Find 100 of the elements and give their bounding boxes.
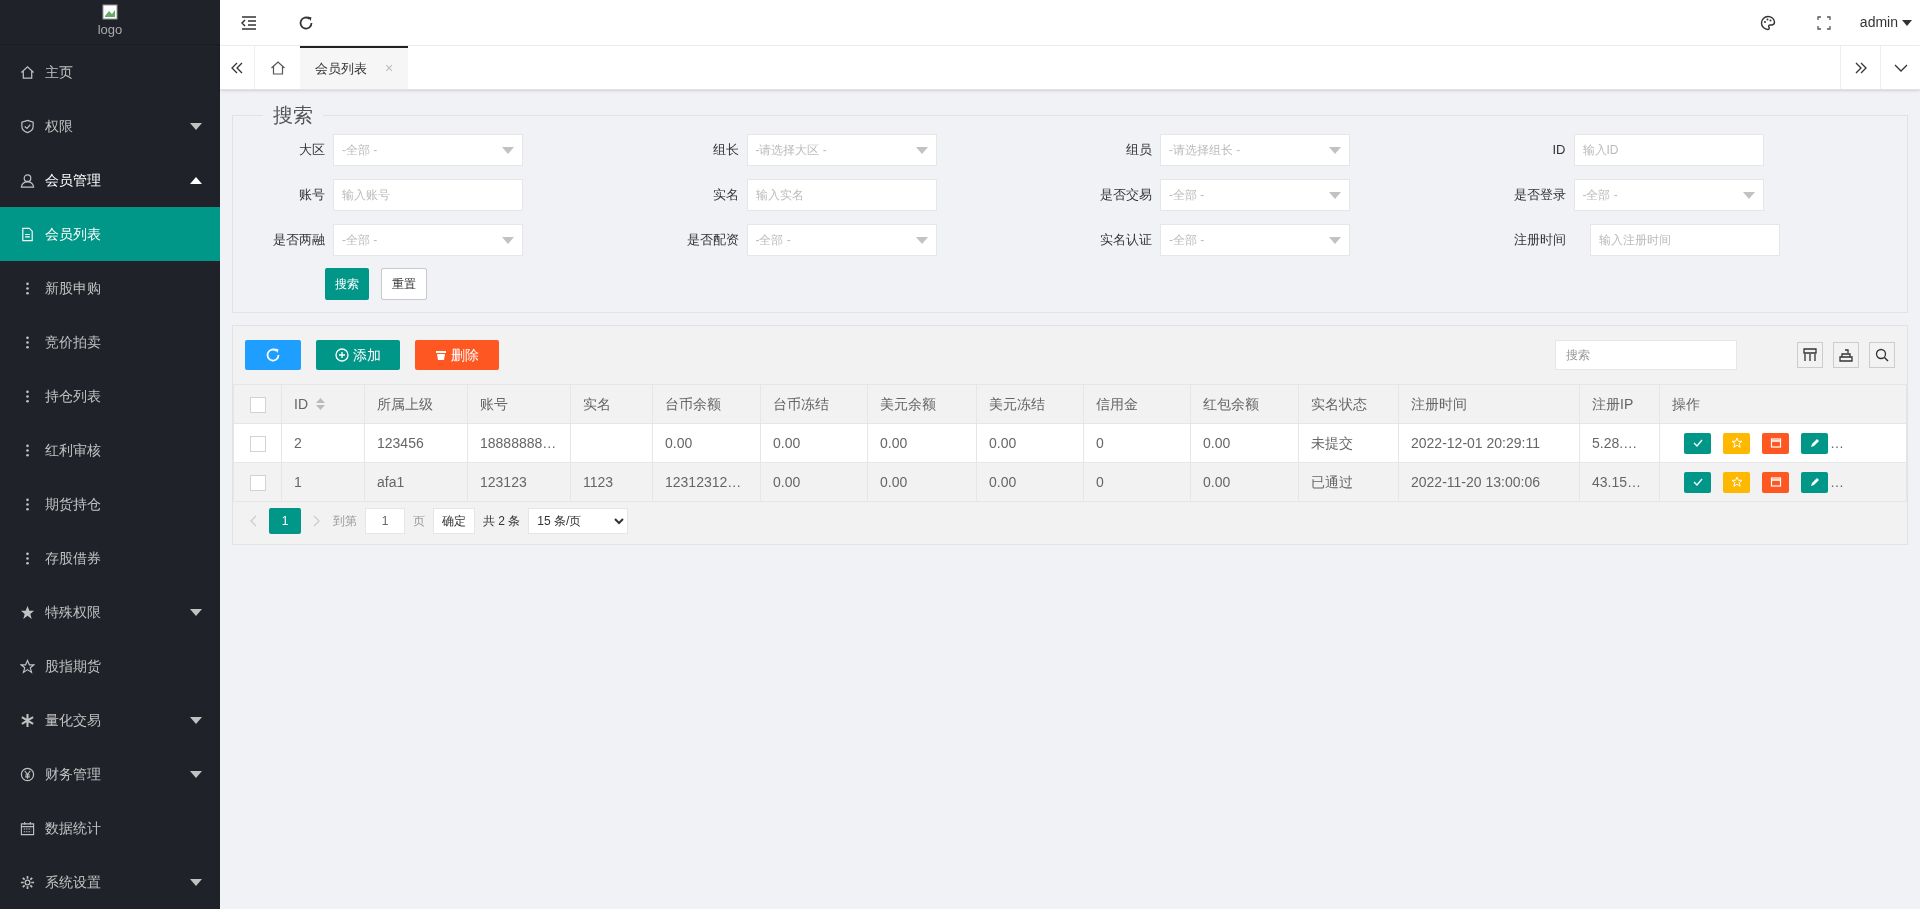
- star-icon: [20, 658, 35, 674]
- confirm-button[interactable]: 确定: [433, 508, 475, 534]
- check-icon: [1691, 476, 1704, 488]
- sidebar-item[interactable]: 权限: [0, 99, 220, 153]
- star-icon: [20, 604, 35, 620]
- favorite-button[interactable]: [1723, 432, 1750, 454]
- sidebar-item[interactable]: 特殊权限: [0, 585, 220, 639]
- refresh-table-button[interactable]: [245, 340, 301, 370]
- edit-button[interactable]: [1801, 471, 1828, 493]
- column-header: 注册IP: [1592, 394, 1634, 414]
- shield-icon: [20, 118, 35, 134]
- column-header: 注册时间: [1411, 394, 1467, 414]
- caret-down-icon: [502, 236, 514, 244]
- settings-icon: [20, 874, 35, 890]
- column-header: 红包余额: [1203, 394, 1259, 414]
- sidebar-item[interactable]: 量化交易: [0, 693, 220, 747]
- page-number-field[interactable]: 1: [365, 508, 405, 534]
- caret-down-icon: [915, 236, 928, 244]
- row-checkbox[interactable]: [249, 474, 266, 491]
- field-label: 账号: [298, 186, 325, 205]
- field-label: 是否登录: [1512, 186, 1566, 205]
- table-cell: 未提交: [1298, 423, 1399, 463]
- columns-button[interactable]: [1797, 342, 1823, 368]
- double-chevron-right-icon: [1853, 61, 1868, 74]
- print-button[interactable]: [1833, 342, 1859, 368]
- field-label: ID: [1551, 141, 1566, 160]
- input-field[interactable]: 输入实名: [746, 179, 937, 211]
- table-cell: 2: [281, 423, 365, 463]
- edit-button[interactable]: [1801, 432, 1828, 454]
- field-label: 是否两融: [272, 231, 325, 250]
- field-label: 是否交易: [1099, 186, 1152, 205]
- row-checkbox[interactable]: [249, 435, 266, 452]
- window-button[interactable]: [1762, 471, 1789, 493]
- table-cell: 0.00: [867, 462, 977, 502]
- pager-label: 到第: [333, 513, 357, 530]
- approve-button[interactable]: [1684, 471, 1711, 493]
- input-field[interactable]: 输入ID: [1573, 134, 1764, 166]
- double-chevron-left-icon: [230, 61, 244, 74]
- table-cell: 0.00: [976, 462, 1084, 502]
- column-header: 台币冻结: [773, 394, 829, 414]
- table-cell: 2022-12-01 20:29:11: [1398, 423, 1580, 463]
- sidebar-item[interactable]: 财务管理: [0, 747, 220, 801]
- column-header: 操作: [1672, 394, 1700, 414]
- table-search-field[interactable]: 搜索: [1555, 340, 1737, 370]
- refresh-icon: [297, 14, 314, 31]
- table-cell: 18888888…: [467, 423, 571, 463]
- snowflake-icon: [20, 712, 35, 728]
- caret-down-icon: [1742, 191, 1755, 199]
- table-cell: 0.00: [652, 423, 761, 463]
- sidebar-item[interactable]: 会员管理: [0, 153, 220, 207]
- chevron-down-icon: [1893, 63, 1908, 72]
- calendar-icon: [20, 820, 35, 836]
- user-menu[interactable]: admin: [1851, 0, 1920, 46]
- field-label: 实名: [711, 186, 739, 205]
- table-cell: afa1: [364, 462, 468, 502]
- pencil-icon: [1808, 437, 1821, 449]
- window-icon: [1769, 476, 1782, 488]
- field-label: 是否配资: [685, 231, 739, 250]
- table-cell: 123456: [364, 423, 468, 463]
- favorite-button[interactable]: [1723, 471, 1750, 493]
- star-icon: [1730, 476, 1743, 488]
- page-size-select[interactable]: 15 条/页: [528, 508, 629, 534]
- sidebar-item[interactable]: 系统设置: [0, 855, 220, 909]
- search-legend: 搜索: [263, 100, 323, 130]
- field-label: 实名认证: [1099, 231, 1152, 250]
- sidebar-item[interactable]: 主页: [0, 45, 220, 99]
- table-cell: 0.00: [976, 423, 1084, 463]
- add-button[interactable]: 添加: [316, 340, 400, 370]
- input-field[interactable]: 输入注册时间: [1589, 224, 1780, 256]
- table-cell: 12312312…: [652, 462, 761, 502]
- search-button[interactable]: 搜索: [325, 268, 369, 300]
- yen-icon: [20, 766, 35, 782]
- caret-down-icon: [502, 146, 514, 154]
- page-tab[interactable]: 会员列表 ×: [300, 46, 409, 89]
- window-icon: [1769, 437, 1782, 449]
- plus-circle-icon: [335, 348, 349, 362]
- page-button[interactable]: 1: [269, 508, 301, 534]
- column-header: 信用金: [1096, 394, 1138, 414]
- table-cell: 0.00: [760, 462, 868, 502]
- column-header: 所属上级: [377, 394, 433, 414]
- approve-button[interactable]: [1684, 432, 1711, 454]
- window-button[interactable]: [1762, 432, 1789, 454]
- sidebar-item[interactable]: 会员列表: [0, 207, 220, 261]
- input-field[interactable]: 输入账号: [333, 179, 523, 211]
- sidebar-item[interactable]: 数据统计: [0, 801, 220, 855]
- column-header: 实名状态: [1311, 394, 1367, 414]
- table-cell: 1: [281, 462, 365, 502]
- column-header: 美元冻结: [989, 394, 1045, 414]
- sidebar-item[interactable]: 股指期货: [0, 639, 220, 693]
- table-cell: 0.00: [760, 423, 868, 463]
- search-icon: [1875, 348, 1889, 362]
- home-icon: [20, 64, 35, 80]
- fullscreen-icon: [1816, 15, 1831, 30]
- document-icon: [20, 226, 35, 242]
- palette-icon: [1759, 14, 1776, 31]
- reset-button[interactable]: 重置: [381, 268, 427, 300]
- search-icon-button[interactable]: [1869, 342, 1895, 368]
- select-all-checkbox[interactable]: [249, 396, 266, 413]
- columns-icon: [1803, 348, 1817, 362]
- table-cell: 2022-11-20 13:00:06: [1398, 462, 1580, 502]
